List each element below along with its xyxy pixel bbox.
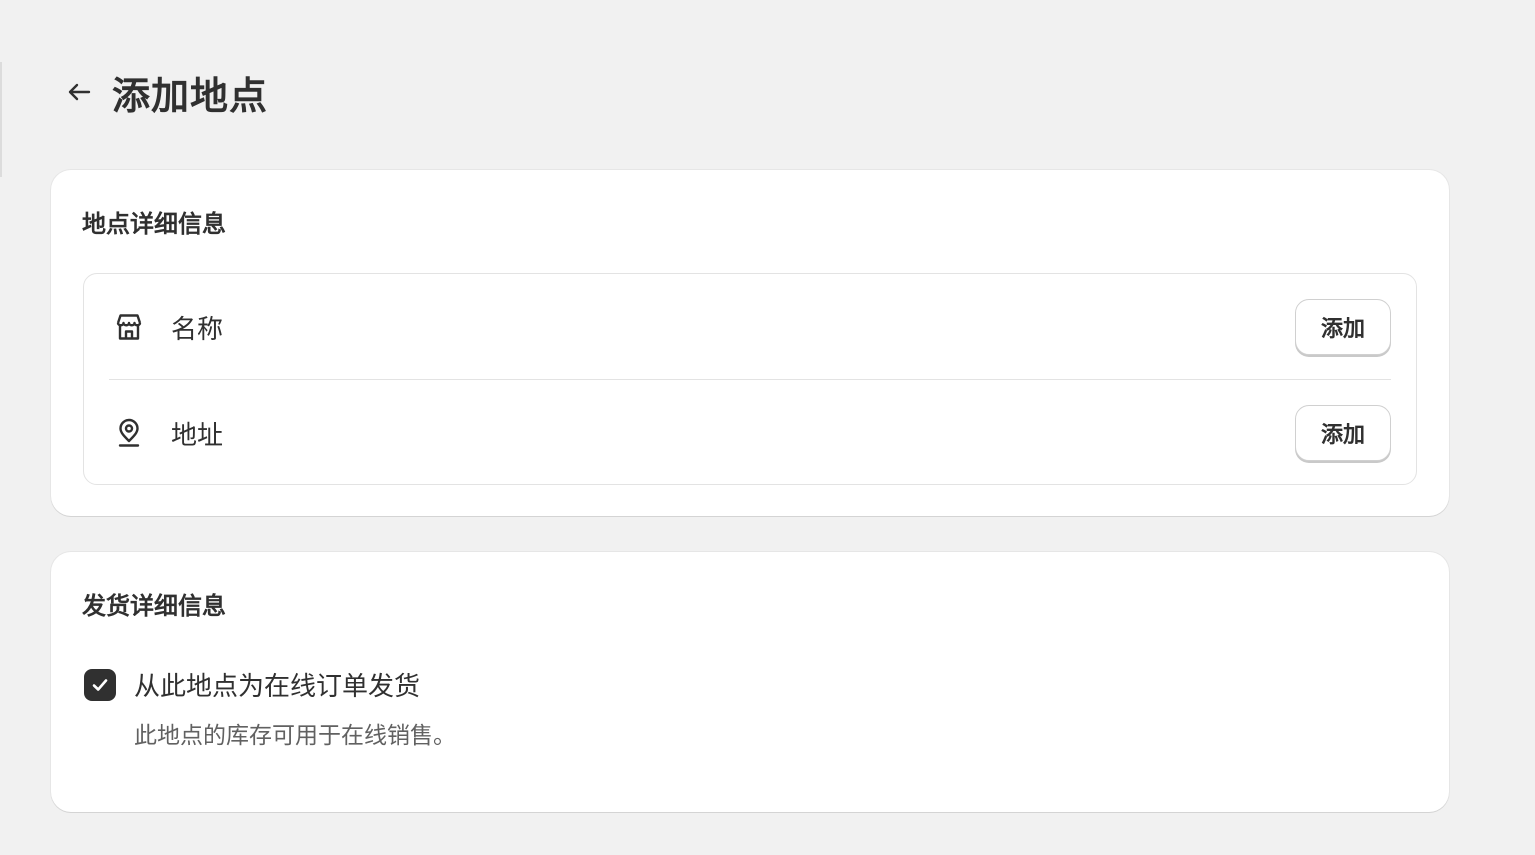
checkmark-icon bbox=[92, 678, 108, 691]
name-label: 名称 bbox=[171, 314, 224, 345]
address-label: 地址 bbox=[171, 420, 224, 451]
sidebar-edge bbox=[0, 62, 2, 177]
location-details-list: 名称 添加 地址 添加 bbox=[83, 273, 1417, 485]
page-title: 添加地点 bbox=[112, 73, 269, 118]
location-pin-icon bbox=[109, 413, 149, 453]
fulfill-online-orders-option: 从此地点为在线订单发货 bbox=[84, 666, 420, 703]
fulfill-online-orders-checkbox[interactable] bbox=[84, 668, 116, 701]
help-text: 此地点的库存可用于在线销售。 bbox=[134, 723, 456, 749]
name-row: 名称 添加 bbox=[109, 274, 1391, 380]
back-button[interactable] bbox=[62, 75, 96, 109]
location-details-card: 地点详细信息 名称 添加 地址 添加 bbox=[51, 170, 1449, 516]
store-icon bbox=[109, 307, 149, 347]
address-row: 地址 添加 bbox=[109, 380, 1391, 486]
arrow-left-icon bbox=[68, 83, 91, 101]
card-title: 地点详细信息 bbox=[82, 210, 226, 238]
add-name-button[interactable]: 添加 bbox=[1295, 299, 1391, 355]
page-header: 添加地点 bbox=[62, 68, 268, 118]
add-address-button[interactable]: 添加 bbox=[1295, 405, 1391, 461]
card-title: 发货详细信息 bbox=[82, 592, 226, 620]
checkbox-label[interactable]: 从此地点为在线订单发货 bbox=[134, 666, 420, 703]
shipping-details-card: 发货详细信息 从此地点为在线订单发货 此地点的库存可用于在线销售。 bbox=[51, 552, 1449, 812]
